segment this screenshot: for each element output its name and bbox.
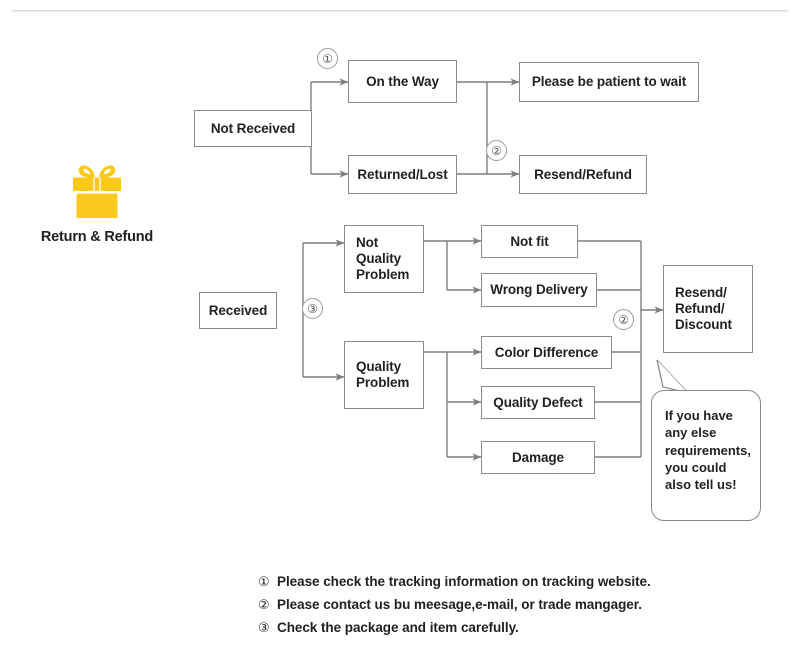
step-marker-3: ③ xyxy=(302,298,323,319)
node-quality-problem[interactable]: Quality Problem xyxy=(344,341,424,409)
node-label: Returned/Lost xyxy=(357,166,448,182)
footnote-item: ① Please check the tracking information … xyxy=(258,574,758,590)
footnote-text: Check the package and item carefully. xyxy=(277,620,519,635)
footnote-item: ② Please contact us bu meesage,e-mail, o… xyxy=(258,597,758,613)
node-label: Damage xyxy=(512,449,564,465)
footnote-text: Please check the tracking information on… xyxy=(277,574,651,589)
footnote-number: ② xyxy=(258,598,270,613)
step-marker-2-bottom: ② xyxy=(613,309,634,330)
step-marker-1: ① xyxy=(317,48,338,69)
footnote-number: ③ xyxy=(258,621,270,636)
node-label: Resend/ Refund/ Discount xyxy=(675,285,732,332)
node-label: Quality Problem xyxy=(356,359,410,390)
node-label: Not Quality Problem xyxy=(356,235,410,282)
footnote-number: ① xyxy=(258,575,270,590)
node-on-the-way[interactable]: On the Way xyxy=(348,60,457,103)
header-divider xyxy=(12,10,788,12)
node-not-received[interactable]: Not Received xyxy=(194,110,312,147)
node-damage[interactable]: Damage xyxy=(481,441,595,474)
node-label: Please be patient to wait xyxy=(531,74,687,90)
node-label: Wrong Delivery xyxy=(490,282,588,298)
node-quality-defect[interactable]: Quality Defect xyxy=(481,386,595,419)
step-marker-2-top: ② xyxy=(486,140,507,161)
node-color-difference[interactable]: Color Difference xyxy=(481,336,612,369)
node-not-fit[interactable]: Not fit xyxy=(481,225,578,258)
node-label: Resend/Refund xyxy=(534,166,632,182)
node-resend-refund-discount[interactable]: Resend/ Refund/ Discount xyxy=(663,265,753,353)
node-label: On the Way xyxy=(366,73,439,89)
node-resend-refund[interactable]: Resend/Refund xyxy=(519,155,647,194)
node-returned-lost[interactable]: Returned/Lost xyxy=(348,155,457,194)
speech-bubble: If you have any else requirements, you c… xyxy=(651,390,761,521)
node-label: Color Difference xyxy=(494,344,599,360)
flowchart-canvas: Return & Refund Not Received ① On the Wa… xyxy=(0,0,800,660)
node-please-be-patient[interactable]: Please be patient to wait xyxy=(519,62,699,102)
footnote-item: ③ Check the package and item carefully. xyxy=(258,620,758,636)
gift-box-icon xyxy=(73,165,121,218)
node-received[interactable]: Received xyxy=(199,292,277,329)
footnote-list: ① Please check the tracking information … xyxy=(258,574,758,643)
node-label: Not fit xyxy=(510,233,549,249)
node-not-quality-problem[interactable]: Not Quality Problem xyxy=(344,225,424,293)
node-label: Received xyxy=(208,302,268,318)
brand-block: Return & Refund xyxy=(18,160,176,245)
node-label: Quality Defect xyxy=(493,394,583,410)
footnote-text: Please contact us bu meesage,e-mail, or … xyxy=(277,597,642,612)
node-wrong-delivery[interactable]: Wrong Delivery xyxy=(481,273,597,307)
node-label: Not Received xyxy=(210,120,296,136)
brand-label: Return & Refund xyxy=(40,229,154,245)
speech-bubble-text: If you have any else requirements, you c… xyxy=(665,408,751,493)
